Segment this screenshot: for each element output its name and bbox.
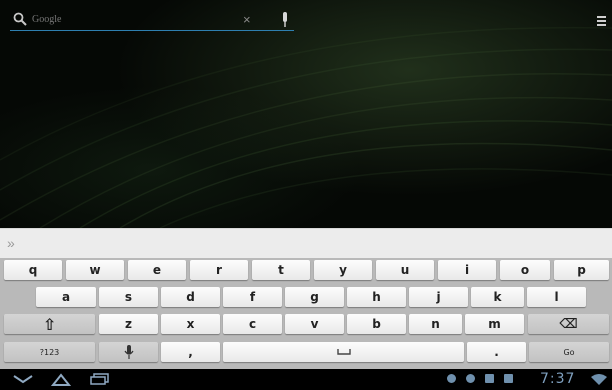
home-screen-wallpaper: Google × — [0, 0, 612, 228]
expand-suggestions-icon[interactable]: » — [7, 235, 15, 251]
key-y[interactable]: y — [314, 260, 372, 280]
notification-icons[interactable] — [447, 374, 513, 383]
notification-icon — [485, 374, 494, 383]
tablet-screen: Google × » q w e r t y u i o p a s d f g… — [0, 0, 612, 390]
voice-input-key[interactable] — [99, 342, 158, 362]
key-q[interactable]: q — [4, 260, 62, 280]
key-m[interactable]: m — [465, 314, 524, 334]
key-z[interactable]: z — [99, 314, 158, 334]
key-h[interactable]: h — [347, 287, 406, 307]
space-key[interactable] — [223, 342, 464, 362]
key-o[interactable]: o — [500, 260, 550, 280]
search-icon[interactable] — [13, 12, 27, 26]
space-bar-icon — [336, 349, 351, 355]
key-d[interactable]: d — [161, 287, 220, 307]
home-icon[interactable] — [51, 372, 71, 386]
key-b[interactable]: b — [347, 314, 406, 334]
shift-key[interactable]: ⇧ — [4, 314, 95, 334]
key-s[interactable]: s — [99, 287, 158, 307]
key-t[interactable]: t — [252, 260, 310, 280]
key-u[interactable]: u — [376, 260, 434, 280]
period-key[interactable]: . — [467, 342, 526, 362]
key-p[interactable]: p — [554, 260, 609, 280]
key-k[interactable]: k — [471, 287, 524, 307]
backspace-key[interactable]: ⌫ — [528, 314, 609, 334]
key-w[interactable]: w — [66, 260, 124, 280]
soft-keyboard: q w e r t y u i o p a s d f g h j k l ⇧ … — [0, 258, 612, 369]
wifi-icon — [591, 374, 607, 385]
key-r[interactable]: r — [190, 260, 248, 280]
comma-key[interactable]: , — [161, 342, 220, 362]
key-x[interactable]: x — [161, 314, 220, 334]
key-j[interactable]: j — [409, 287, 468, 307]
key-g[interactable]: g — [285, 287, 344, 307]
wallpaper-waves — [0, 26, 612, 228]
key-n[interactable]: n — [409, 314, 462, 334]
key-e[interactable]: e — [128, 260, 186, 280]
mic-icon[interactable] — [280, 12, 290, 28]
key-v[interactable]: v — [285, 314, 344, 334]
key-a[interactable]: a — [36, 287, 96, 307]
key-l[interactable]: l — [527, 287, 586, 307]
key-i[interactable]: i — [438, 260, 496, 280]
backspace-icon: ⌫ — [559, 316, 578, 332]
symbols-key[interactable]: ?123 — [4, 342, 95, 362]
search-underline — [10, 30, 294, 31]
key-f[interactable]: f — [223, 287, 282, 307]
clear-search-icon[interactable]: × — [243, 11, 251, 29]
key-c[interactable]: c — [223, 314, 282, 334]
notification-icon — [447, 374, 456, 383]
go-key[interactable]: Go — [529, 342, 609, 362]
mic-icon — [124, 344, 133, 359]
notification-icon — [504, 374, 513, 383]
back-icon[interactable] — [12, 374, 34, 384]
recent-apps-icon[interactable] — [90, 373, 110, 385]
menu-icon[interactable] — [597, 16, 606, 26]
status-clock[interactable]: 7:37 — [540, 371, 575, 387]
google-search-bar[interactable]: Google × — [10, 9, 294, 31]
notification-icon — [466, 374, 475, 383]
search-placeholder[interactable]: Google — [32, 14, 61, 25]
suggestion-strip: » — [0, 228, 612, 259]
system-bar: 7:37 — [0, 369, 612, 390]
shift-icon: ⇧ — [42, 314, 57, 334]
